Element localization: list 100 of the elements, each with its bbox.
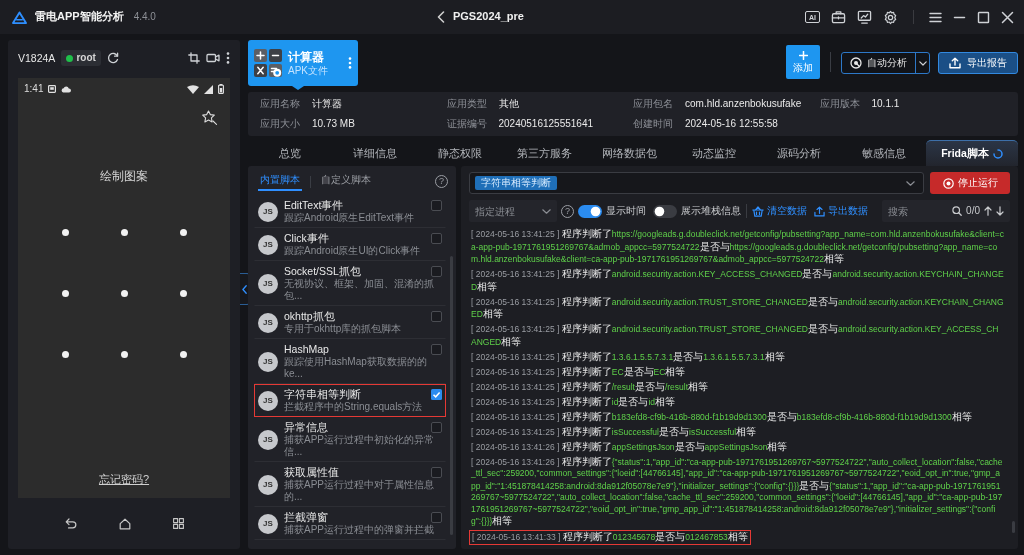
script-description: 捕获APP运行过程中初始化的异常信... [284,434,435,458]
js-avatar: JS [258,429,278,450]
monitor-icon[interactable] [857,10,872,24]
script-title: Click事件 [284,232,330,245]
toggle-switch[interactable] [653,204,677,218]
export-data-button[interactable]: 导出数据 [814,205,868,217]
info-value: com.hld.anzenbokusufake [685,98,802,110]
info-label: 应用大小 [260,118,300,130]
script-item[interactable]: JS 拦截弹窗 捕获APP运行过程中的弹窗并拦截 [254,507,446,540]
log-entry: [ 2024-05-16 13:41:25 ] 程序判断了android.security.action.TRUST_STORE_CHANGED是否与android.security.action.KEYCHAIN_CHANGED相等 [470,295,1005,321]
info-label: 应用版本 [819,98,860,110]
script-title: okhttp抓包 [284,310,336,323]
log-entry: [ 2024-05-16 13:41:33 ] 程序判断了012345678是否与012467853相等 [469,530,751,545]
toolbox-icon[interactable] [831,10,846,24]
match-count: 0/0 [966,205,980,217]
arrow-down-icon[interactable] [996,206,1004,216]
script-description: 跟踪Android原生EditText事件 [284,212,416,224]
close-icon[interactable] [1001,10,1014,24]
tab[interactable]: 源码分析 [756,140,842,166]
app-name: 计算器 [288,49,325,64]
video-camera-icon[interactable] [206,53,220,63]
upload-icon [814,205,825,217]
log-entry: [ 2024-05-16 13:41:25 ] 程序判断了id是否与id相等 [470,395,676,408]
sub-tab[interactable]: 内置脚本 [258,172,302,191]
stop-button[interactable]: 停止运行 [930,172,1010,194]
status-time: 1:41 [24,83,44,95]
crop-icon[interactable] [188,52,200,64]
clear-data-button[interactable]: 清空数据 [752,205,807,217]
script-item[interactable]: JS Socket/SSL抓包 无视协议、框架、加固、混淆的抓包... [254,261,446,306]
tab[interactable]: 总览 [248,140,333,166]
version-label: 4.4.0 [133,11,156,23]
pattern-dot[interactable] [61,229,69,236]
recent-apps-icon[interactable] [172,518,184,529]
checkbox[interactable] [431,467,442,478]
card-pointer [292,86,304,90]
checkbox[interactable] [431,233,442,244]
pattern-dot[interactable] [120,290,128,297]
script-item[interactable]: JS 字符串相等判断 拦截程序中的String.equals方法 [254,384,446,417]
log-entry: [ 2024-05-16 13:41:25 ] 程序判断了1.3.6.1.5.5.7.3.1是否与1.3.6.1.5.5.7.3.1相等 [470,350,786,363]
tab[interactable]: 第三方服务 [502,140,587,166]
tab[interactable]: Frida脚本 [926,140,1018,166]
checkbox[interactable] [431,200,442,211]
circle-dot-icon [942,177,954,189]
script-item[interactable]: JS HashMap 跟踪使用HashMap获取数据的的ke... [254,339,446,384]
dropdown-toggle-button[interactable] [915,53,929,73]
upload-icon [949,57,961,69]
checkbox[interactable] [431,266,442,277]
script-title: EditText事件 [284,199,345,212]
forgot-password-link[interactable]: 忘记密码? [98,472,150,486]
pattern-dot[interactable] [61,290,69,297]
tab[interactable]: 敏感信息 [841,140,926,166]
root-label: root [76,52,96,64]
info-label: 应用包名 [633,98,673,110]
sub-tab[interactable]: 自定义脚本 [319,172,373,191]
signal-icon [204,84,213,94]
checkbox[interactable] [431,389,442,400]
pattern-dot[interactable] [120,351,128,358]
pattern-dot[interactable] [179,229,187,236]
tab[interactable]: 详细信息 [332,140,418,166]
script-item[interactable]: JS okhttp抓包 专用于okhttp库的抓包脚本 [254,306,446,339]
app-file-type: APK文件 [288,63,329,77]
log-entry: [ 2024-05-16 13:41:25 ] 程序判断了isSuccessful是否与isSuccessful相等 [470,425,758,438]
maximize-icon[interactable] [977,10,990,24]
info-label: 应用类型 [446,98,487,110]
more-vertical-icon[interactable] [226,52,230,64]
tab[interactable]: 静态权限 [417,140,503,166]
js-avatar: JS [258,474,278,495]
process-select[interactable]: 指定进程 [469,200,557,222]
toggle-switch[interactable] [578,204,602,218]
checkbox[interactable] [431,311,442,322]
pattern-dot[interactable] [61,351,69,358]
back-icon[interactable] [64,518,77,529]
tab[interactable]: 网络数据包 [587,140,672,166]
pattern-dot[interactable] [120,229,128,236]
checkbox[interactable] [431,512,442,523]
home-icon[interactable] [118,517,131,530]
pattern-dot[interactable] [179,290,187,297]
export-report-button[interactable]: 导出报告 [938,52,1018,74]
search-icon[interactable] [952,206,963,216]
star-outline-icon[interactable] [202,110,218,125]
refresh-icon[interactable] [106,52,119,64]
script-select-field[interactable]: 字符串相等判断 [469,172,924,194]
chevron-left-icon[interactable] [436,11,445,23]
script-title: 字符串相等判断 [284,388,362,401]
script-item[interactable]: JS EditText事件 跟踪Android原生EditText事件 [254,195,446,228]
arrow-up-icon[interactable] [984,206,992,216]
checkbox[interactable] [431,344,442,355]
checkbox[interactable] [431,422,442,433]
tab[interactable]: 动态监控 [671,140,757,166]
settings-icon[interactable] [883,9,898,25]
script-item[interactable]: JS 异常信息 捕获APP运行过程中初始化的异常信... [254,417,446,462]
pattern-dot[interactable] [179,351,187,358]
menu-icon[interactable] [929,11,942,23]
script-item[interactable]: JS 获取属性值 捕获APP运行过程中对于属性信息的... [254,462,446,507]
info-value: 计算器 [312,98,342,110]
script-tag[interactable]: 字符串相等判断 [475,176,557,190]
script-item[interactable]: JS Click事件 跟踪Android原生UI的Click事件 [254,228,446,261]
caret-down-icon [906,180,915,186]
js-avatar: JS [258,390,278,411]
js-avatar: JS [258,351,278,372]
